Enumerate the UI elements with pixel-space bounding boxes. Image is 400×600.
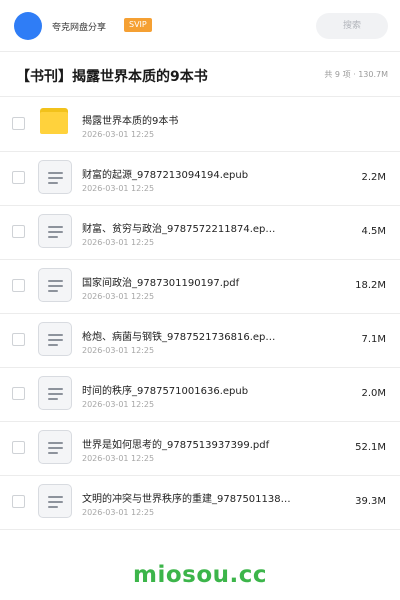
file-size: 2.0M — [361, 388, 386, 399]
file-size: 4.5M — [361, 226, 386, 237]
document-icon — [38, 430, 72, 464]
row-checkbox[interactable] — [12, 387, 25, 400]
avatar[interactable] — [14, 12, 42, 40]
document-icon — [38, 484, 72, 518]
file-name: 枪炮、病菌与钢铁_9787521736816.ep… — [82, 332, 276, 343]
share-summary: 共 9 项 · 130.7M — [324, 70, 388, 79]
svip-badge: SVIP — [124, 18, 152, 32]
file-name: 国家间政治_9787301190197.pdf — [82, 278, 240, 289]
file-date: 2026-03-01 12:25 — [82, 346, 155, 355]
file-size: 7.1M — [361, 334, 386, 345]
file-date: 2026-03-01 12:25 — [82, 292, 155, 301]
page-title: 【书刊】揭露世界本质的9本书 — [16, 69, 208, 85]
document-icon — [38, 322, 72, 356]
document-icon — [38, 214, 72, 248]
document-icon — [38, 160, 72, 194]
file-name: 时间的秩序_9787571001636.epub — [82, 386, 249, 397]
list-item[interactable]: 国家间政治_9787301190197.pdf 2026-03-01 12:25… — [0, 260, 400, 314]
top-bar: 夸克网盘分享 SVIP 搜索 — [0, 0, 400, 52]
row-checkbox[interactable] — [12, 225, 25, 238]
row-checkbox[interactable] — [12, 495, 25, 508]
list-item[interactable]: 财富、贫穷与政治_9787572211874.ep… 2026-03-01 12… — [0, 206, 400, 260]
file-size: 18.2M — [355, 280, 386, 291]
file-date: 2026-03-01 12:25 — [82, 238, 155, 247]
file-date: 2026-03-01 12:25 — [82, 508, 155, 517]
list-item[interactable]: 世界是如何思考的_9787513937399.pdf 2026-03-01 12… — [0, 422, 400, 476]
list-item[interactable]: 揭露世界本质的9本书 2026-03-01 12:25 — [0, 98, 400, 152]
file-size: 39.3M — [355, 496, 386, 507]
file-name: 财富、贫穷与政治_9787572211874.ep… — [82, 224, 276, 235]
row-checkbox[interactable] — [12, 117, 25, 130]
file-size: 2.2M — [361, 172, 386, 183]
file-name: 世界是如何思考的_9787513937399.pdf — [82, 440, 270, 451]
list-item[interactable]: 时间的秩序_9787571001636.epub 2026-03-01 12:2… — [0, 368, 400, 422]
list-item[interactable]: 文明的冲突与世界秩序的重建_97875011387… 2026-03-01 12… — [0, 476, 400, 530]
file-date: 2026-03-01 12:25 — [82, 454, 155, 463]
share-title-bar: 【书刊】揭露世界本质的9本书 共 9 项 · 130.7M — [0, 53, 400, 97]
watermark: miosou.cc — [132, 562, 268, 588]
file-date: 2026-03-01 12:25 — [82, 130, 155, 139]
file-size: 52.1M — [355, 442, 386, 453]
row-checkbox[interactable] — [12, 333, 25, 346]
app-name: 夸克网盘分享 — [52, 23, 107, 33]
list-item[interactable]: 财富的起源_9787213094194.epub 2026-03-01 12:2… — [0, 152, 400, 206]
file-name: 财富的起源_9787213094194.epub — [82, 170, 249, 181]
document-icon — [38, 376, 72, 410]
file-name: 文明的冲突与世界秩序的重建_97875011387… — [82, 494, 292, 505]
file-name: 揭露世界本质的9本书 — [82, 116, 179, 127]
document-icon — [38, 268, 72, 302]
row-checkbox[interactable] — [12, 279, 25, 292]
list-item[interactable]: 枪炮、病菌与钢铁_9787521736816.ep… 2026-03-01 12… — [0, 314, 400, 368]
folder-icon — [38, 106, 72, 140]
file-list: 揭露世界本质的9本书 2026-03-01 12:25 财富的起源_978721… — [0, 98, 400, 530]
row-checkbox[interactable] — [12, 441, 25, 454]
file-date: 2026-03-01 12:25 — [82, 400, 155, 409]
search-input[interactable]: 搜索 — [316, 13, 388, 39]
file-date: 2026-03-01 12:25 — [82, 184, 155, 193]
row-checkbox[interactable] — [12, 171, 25, 184]
